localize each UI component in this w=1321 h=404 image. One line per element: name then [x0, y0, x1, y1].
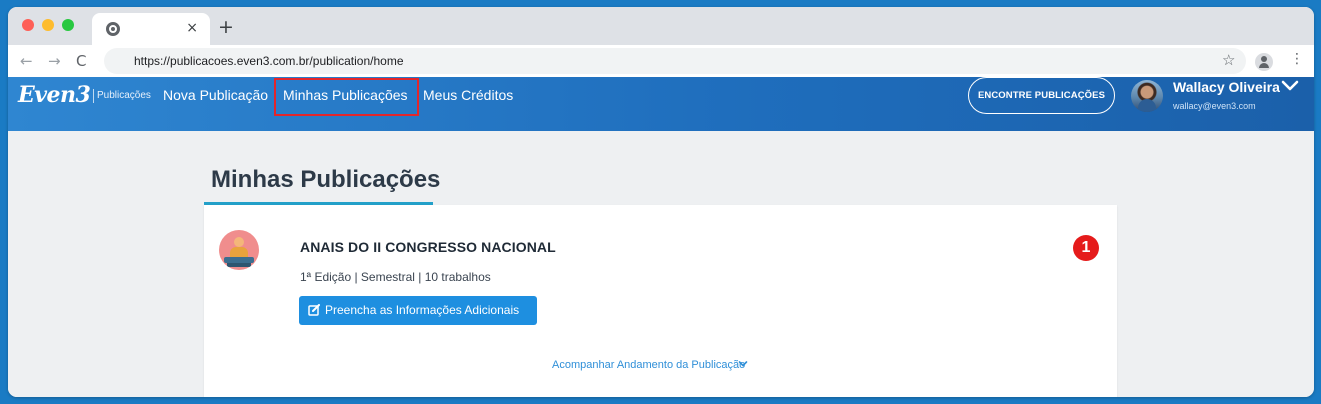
nav-highlight-box: [274, 78, 419, 116]
maximize-window-button[interactable]: [62, 19, 74, 31]
profile-icon[interactable]: [1255, 53, 1273, 71]
browser-window: × + ← → C https://publicacoes.even3.com.…: [8, 7, 1314, 397]
publication-title[interactable]: ANAIS DO II CONGRESSO NACIONAL: [300, 239, 556, 255]
browser-tab[interactable]: ×: [92, 13, 210, 45]
publication-meta: 1ª Edição | Semestral | 10 trabalhos: [300, 270, 491, 284]
find-publications-button[interactable]: ENCONTRE PUBLICAÇÕES: [968, 77, 1115, 114]
browser-toolbar: ← → C https://publicacoes.even3.com.br/p…: [8, 45, 1314, 77]
publication-icon: [219, 230, 259, 270]
tab-strip: × +: [8, 7, 1314, 45]
minimize-window-button[interactable]: [42, 19, 54, 31]
avatar[interactable]: [1131, 80, 1163, 112]
even3-logo[interactable]: Even3: [18, 82, 91, 108]
address-bar[interactable]: https://publicacoes.even3.com.br/publica…: [104, 48, 1246, 74]
browser-menu-icon[interactable]: ⋮: [1290, 51, 1304, 67]
logo-divider: [93, 89, 94, 103]
reload-button[interactable]: C: [76, 52, 86, 70]
user-email: wallacy@even3.com: [1173, 101, 1256, 111]
bookmark-star-icon[interactable]: ☆: [1222, 51, 1235, 69]
fill-additional-info-button[interactable]: Preencha as Informações Adicionais: [299, 296, 537, 325]
publication-card: ANAIS DO II CONGRESSO NACIONAL 1ª Edição…: [204, 205, 1117, 397]
track-progress-link[interactable]: Acompanhar Andamento da Publicação: [552, 359, 745, 371]
page-content: Minhas Publicações ANAIS DO II CONGRESSO…: [8, 131, 1314, 397]
fill-additional-info-label: Preencha as Informações Adicionais: [325, 303, 520, 317]
window-controls: [22, 19, 74, 31]
new-tab-button[interactable]: +: [218, 16, 234, 38]
forward-button[interactable]: →: [48, 52, 61, 70]
back-button[interactable]: ←: [20, 52, 33, 70]
edit-icon: [308, 304, 320, 316]
chrome-icon: [106, 22, 120, 36]
notification-badge: 1: [1073, 235, 1099, 261]
page-title: Minhas Publicações: [211, 166, 441, 193]
close-tab-icon[interactable]: ×: [186, 20, 198, 36]
chevron-down-icon[interactable]: [1280, 79, 1300, 93]
chevron-down-icon[interactable]: [738, 360, 748, 368]
app-header: Even3 Publicações Nova Publicação Minhas…: [8, 77, 1314, 131]
close-window-button[interactable]: [22, 19, 34, 31]
url-text: https://publicacoes.even3.com.br/publica…: [134, 54, 404, 68]
user-name[interactable]: Wallacy Oliveira: [1173, 79, 1280, 95]
nav-nova-publicacao[interactable]: Nova Publicação: [163, 87, 268, 103]
logo-subtitle: Publicações: [97, 90, 151, 101]
nav-meus-creditos[interactable]: Meus Créditos: [423, 87, 513, 103]
